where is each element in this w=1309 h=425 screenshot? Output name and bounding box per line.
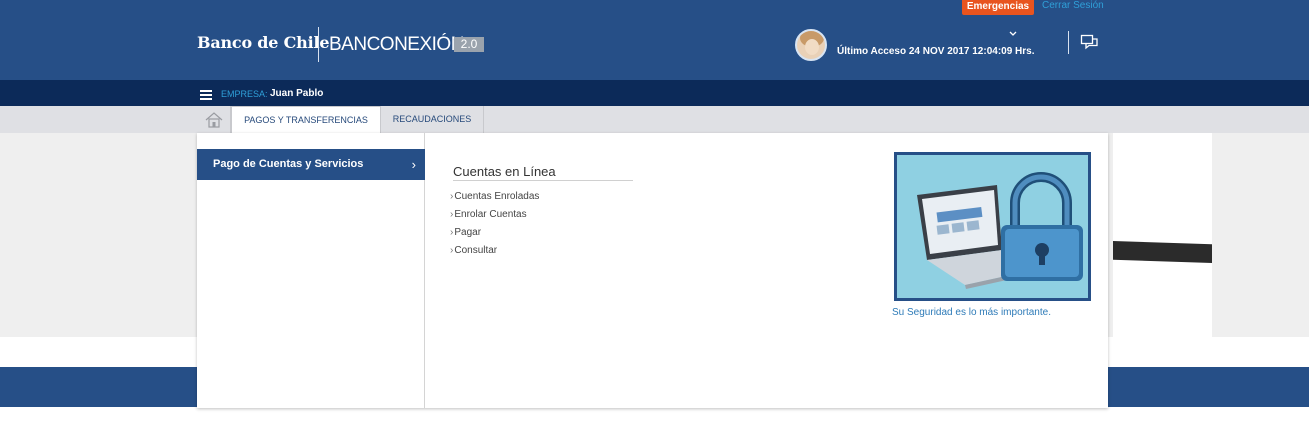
background-banner <box>1113 133 1212 337</box>
security-promo-image[interactable] <box>894 152 1091 301</box>
logout-link[interactable]: Cerrar Sesión <box>1042 0 1104 12</box>
link-pagar[interactable]: ›Pagar <box>450 227 481 238</box>
company-name: Juan Pablo <box>270 88 324 99</box>
link-consultar[interactable]: ›Consultar <box>450 245 497 256</box>
chevron-down-icon[interactable] <box>1009 29 1017 40</box>
section-title: Cuentas en Línea <box>453 164 633 181</box>
link-enrolar-cuentas[interactable]: ›Enrolar Cuentas <box>450 209 527 220</box>
chevron-right-icon: › <box>450 227 454 238</box>
company-bar <box>0 80 1309 106</box>
product-version-badge: 2.0 <box>454 37 484 52</box>
chat-icon[interactable] <box>1080 34 1100 52</box>
product-name: BANCONEXIÓN <box>329 34 464 55</box>
promo-caption-link[interactable]: Su Seguridad es lo más importante. <box>892 307 1051 318</box>
last-access-text: Último Acceso 24 NOV 2017 12:04:09 Hrs. <box>837 46 1035 57</box>
menu-category-label: Pago de Cuentas y Servicios <box>213 158 364 170</box>
tab-recaudaciones[interactable]: RECAUDACIONES <box>381 106 484 133</box>
hamburger-menu-icon[interactable] <box>200 90 212 100</box>
tab-pagos-y-transferencias[interactable]: PAGOS Y TRANSFERENCIAS <box>231 106 381 134</box>
mega-menu-dropdown: Pago de Cuentas y Servicios › Cuentas en… <box>197 133 1108 408</box>
chevron-right-icon: › <box>450 245 454 256</box>
chevron-right-icon: › <box>411 157 416 172</box>
menu-category-list: Pago de Cuentas y Servicios › <box>197 133 425 408</box>
emergency-button[interactable]: Emergencias <box>962 0 1034 15</box>
menu-category-pago-cuentas[interactable]: Pago de Cuentas y Servicios › <box>197 149 425 180</box>
laptop-padlock-illustration <box>897 155 1088 298</box>
chevron-right-icon: › <box>450 191 454 202</box>
chevron-right-icon: › <box>450 209 454 220</box>
company-label: EMPRESA: <box>221 89 268 99</box>
banner-image-edge <box>1113 241 1212 263</box>
link-cuentas-enroladas[interactable]: ›Cuentas Enroladas <box>450 191 539 202</box>
logo-divider <box>318 27 319 62</box>
avatar[interactable] <box>795 29 827 61</box>
header-divider <box>1068 31 1069 54</box>
home-icon[interactable] <box>197 106 231 133</box>
bank-logo[interactable]: Banco de Chile <box>197 33 330 52</box>
